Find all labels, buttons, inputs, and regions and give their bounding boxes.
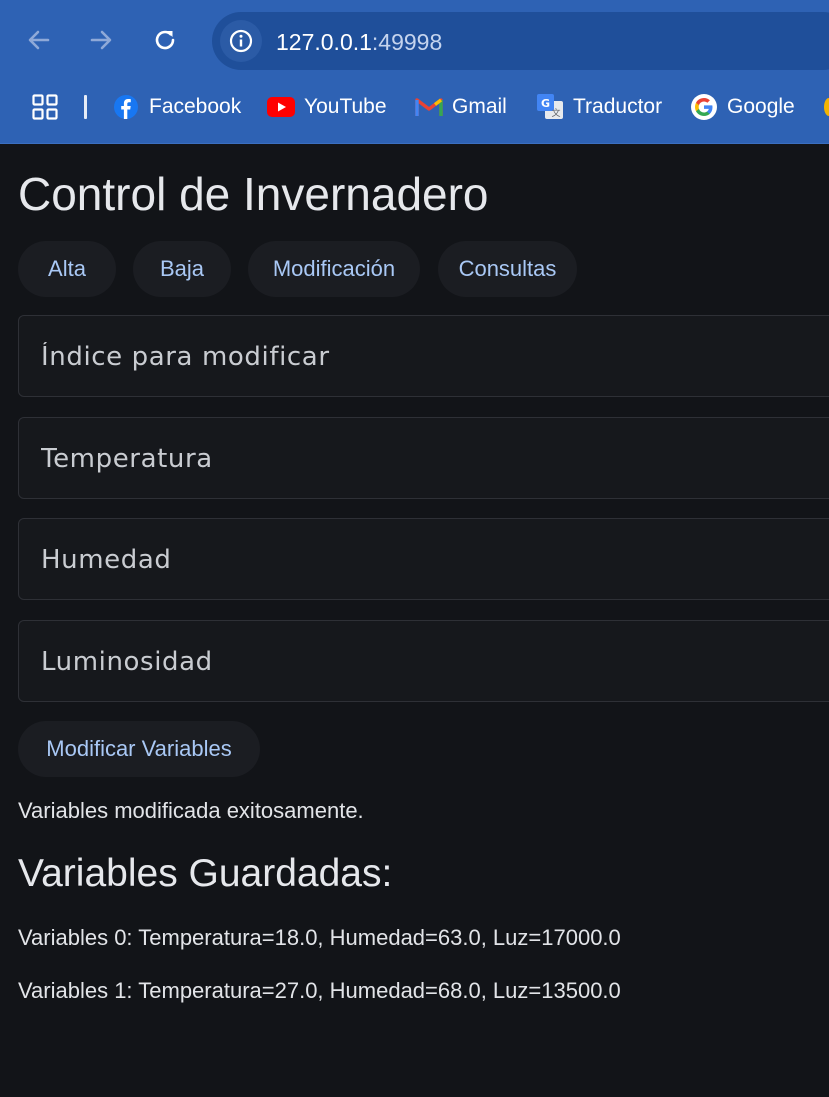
tab-baja[interactable]: Baja: [133, 241, 231, 297]
address-bar[interactable]: 127.0.0.1:49998: [212, 12, 829, 70]
youtube-icon: [267, 93, 295, 121]
back-button[interactable]: [19, 20, 59, 60]
status-message: Variables modificada exitosamente.: [18, 798, 364, 823]
temperature-input[interactable]: [39, 418, 823, 500]
bookmark-label: Traductor: [573, 95, 663, 118]
forward-button[interactable]: [81, 20, 121, 60]
bookmark-label: YouTube: [304, 95, 387, 118]
reload-icon: [155, 30, 175, 50]
reload-button[interactable]: [145, 20, 185, 60]
bookmarks-separator: [84, 95, 87, 119]
humidity-field[interactable]: [18, 518, 829, 601]
url-host: 127.0.0.1: [276, 29, 372, 55]
bookmark-traductor[interactable]: G 文 Traductor: [536, 91, 662, 123]
gmail-icon: [415, 93, 443, 121]
luminosity-input[interactable]: [39, 621, 823, 703]
index-field[interactable]: [18, 315, 829, 398]
index-input[interactable]: [39, 316, 823, 398]
svg-text:文: 文: [551, 107, 560, 119]
facebook-icon: [112, 93, 140, 121]
luminosity-field[interactable]: [18, 620, 829, 703]
saved-record: Variables 0: Temperatura=18.0, Humedad=6…: [18, 925, 621, 950]
svg-text:G: G: [541, 97, 550, 110]
bookmark-facebook[interactable]: Facebook: [112, 91, 241, 123]
bookmark-youtube[interactable]: YouTube: [267, 91, 387, 123]
temperature-field[interactable]: [18, 417, 829, 500]
arrow-left-icon: [28, 30, 50, 50]
page-title: Control de Invernadero: [18, 168, 489, 220]
url-text: 127.0.0.1:49998: [276, 28, 442, 56]
modify-variables-button[interactable]: Modificar Variables: [18, 721, 260, 777]
site-info-button[interactable]: [220, 20, 262, 62]
translate-icon: G 文: [536, 93, 564, 121]
saved-variables-heading: Variables Guardadas:: [18, 852, 393, 895]
tab-modificacion[interactable]: Modificación: [248, 241, 420, 297]
tab-consultas[interactable]: Consultas: [438, 241, 577, 297]
browser-toolbar: 127.0.0.1:49998 Facebook YouTube Gmail G…: [0, 0, 829, 144]
bookmark-overflow-icon[interactable]: [824, 98, 829, 116]
bookmark-label: Facebook: [149, 95, 242, 118]
humidity-input[interactable]: [39, 519, 823, 601]
bookmarks-bar: Facebook YouTube Gmail G 文 Traductor Goo…: [0, 86, 829, 128]
arrow-right-icon: [90, 30, 112, 50]
bookmark-label: Google: [727, 95, 795, 118]
apps-grid-icon[interactable]: [32, 94, 58, 125]
url-port: :49998: [371, 29, 443, 55]
saved-record: Variables 1: Temperatura=27.0, Humedad=6…: [18, 978, 621, 1003]
tab-alta[interactable]: Alta: [18, 241, 116, 297]
info-icon: [229, 29, 253, 53]
google-icon: [690, 93, 718, 121]
bookmark-label: Gmail: [452, 95, 507, 118]
bookmark-gmail[interactable]: Gmail: [415, 91, 507, 123]
bookmark-google[interactable]: Google: [690, 91, 795, 123]
